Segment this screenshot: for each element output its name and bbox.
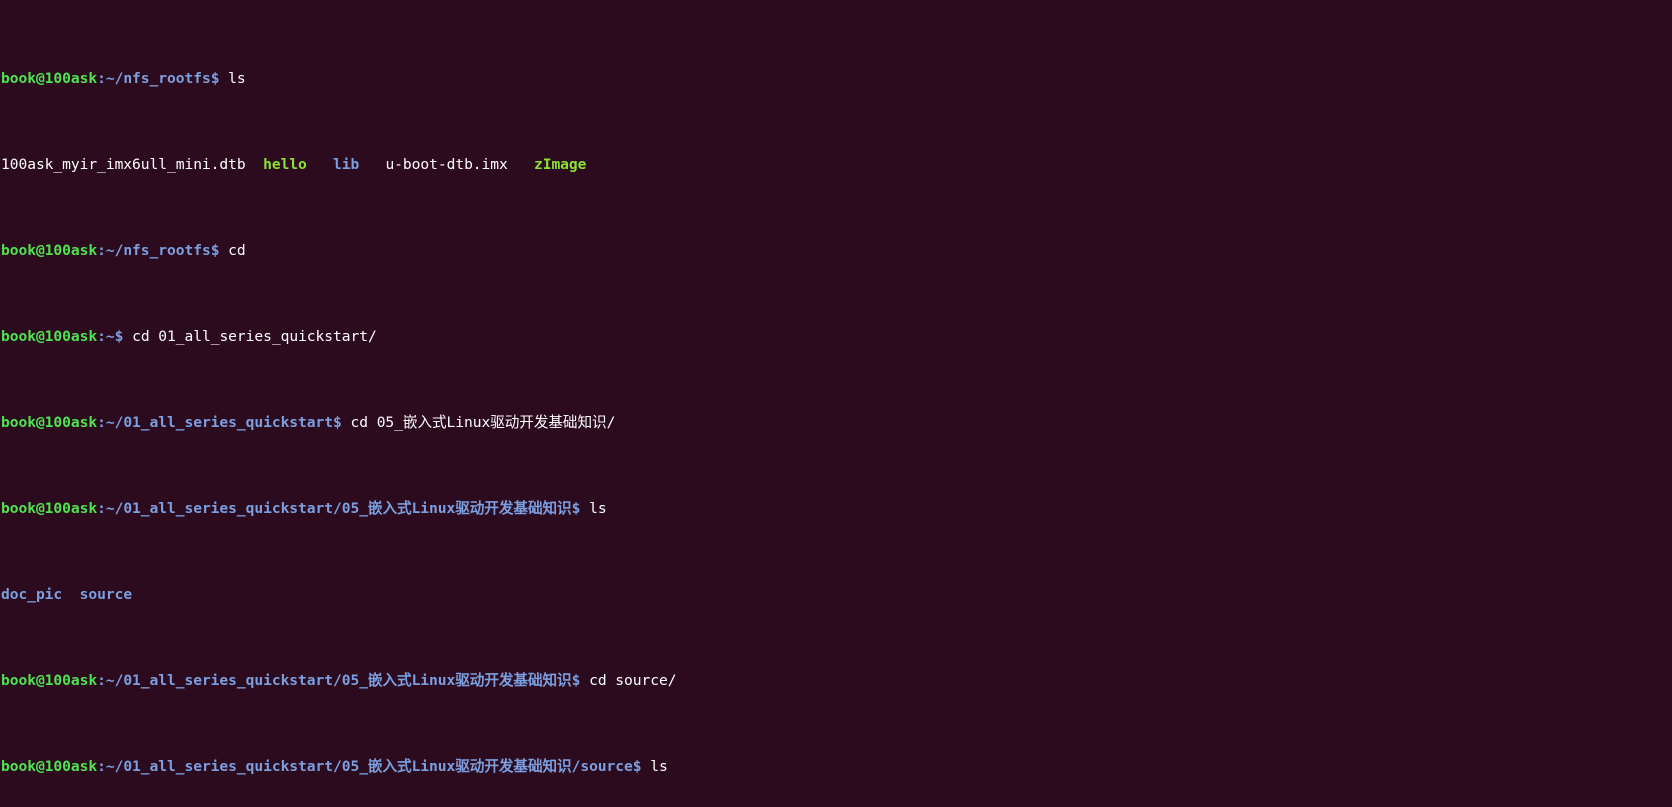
file-entry-exec: hello bbox=[263, 155, 307, 173]
prompt-user: book@100ask bbox=[1, 413, 98, 431]
prompt-symbol: $ bbox=[333, 413, 342, 431]
command-text: cd bbox=[219, 241, 246, 259]
file-entry-exec: zImage bbox=[533, 155, 587, 173]
prompt-path: :~/01_all_series_quickstart/05_嵌入式Linux驱… bbox=[97, 671, 572, 689]
prompt-path: :~/01_all_series_quickstart bbox=[97, 413, 333, 431]
prompt-path: :~/nfs_rootfs bbox=[97, 241, 211, 259]
prompt-path: :~/01_all_series_quickstart/05_嵌入式Linux驱… bbox=[97, 757, 633, 775]
prompt-symbol: $ bbox=[632, 757, 642, 775]
terminal-line: book@100ask:~/01_all_series_quickstart/0… bbox=[1, 500, 1672, 517]
terminal-line: book@100ask:~/01_all_series_quickstart/0… bbox=[1, 672, 1672, 689]
command-text: ls bbox=[580, 499, 607, 517]
command-text: cd 05_嵌入式Linux驱动开发基础知识/ bbox=[341, 413, 616, 431]
dir-entry: source bbox=[79, 585, 133, 603]
terminal-window[interactable]: book@100ask:~/nfs_rootfs$ ls 100ask_myir… bbox=[0, 0, 1672, 807]
terminal-line: book@100ask:~/nfs_rootfs$ ls bbox=[1, 70, 1672, 87]
terminal-line: book@100ask:~/01_all_series_quickstart/0… bbox=[1, 758, 1672, 775]
prompt-user: book@100ask bbox=[1, 327, 98, 345]
terminal-line: 100ask_myir_imx6ull_mini.dtb hello lib u… bbox=[1, 156, 1672, 173]
prompt-path: :~ bbox=[97, 327, 115, 345]
prompt-path: :~/nfs_rootfs bbox=[97, 69, 211, 87]
command-text: cd source/ bbox=[580, 671, 677, 689]
command-text: ls bbox=[219, 69, 246, 87]
terminal-line: book@100ask:~/nfs_rootfs$ cd bbox=[1, 242, 1672, 259]
prompt-user: book@100ask bbox=[1, 69, 98, 87]
command-text: ls bbox=[641, 757, 668, 775]
dir-entry: doc_pic bbox=[1, 585, 63, 603]
prompt-path: :~/01_all_series_quickstart/05_嵌入式Linux驱… bbox=[97, 499, 572, 517]
terminal-line: book@100ask:~$ cd 01_all_series_quicksta… bbox=[1, 328, 1672, 345]
prompt-user: book@100ask bbox=[1, 757, 98, 775]
terminal-line: book@100ask:~/01_all_series_quickstart$ … bbox=[1, 414, 1672, 431]
prompt-user: book@100ask bbox=[1, 671, 98, 689]
file-entry: 100ask_myir_imx6ull_mini.dtb bbox=[1, 155, 264, 173]
prompt-user: book@100ask bbox=[1, 241, 98, 259]
dir-entry: lib bbox=[333, 155, 360, 173]
prompt-user: book@100ask bbox=[1, 499, 98, 517]
file-entry: u-boot-dtb.imx bbox=[385, 155, 508, 173]
terminal-line: doc_pic source bbox=[1, 586, 1672, 603]
command-text: cd 01_all_series_quickstart/ bbox=[123, 327, 377, 345]
